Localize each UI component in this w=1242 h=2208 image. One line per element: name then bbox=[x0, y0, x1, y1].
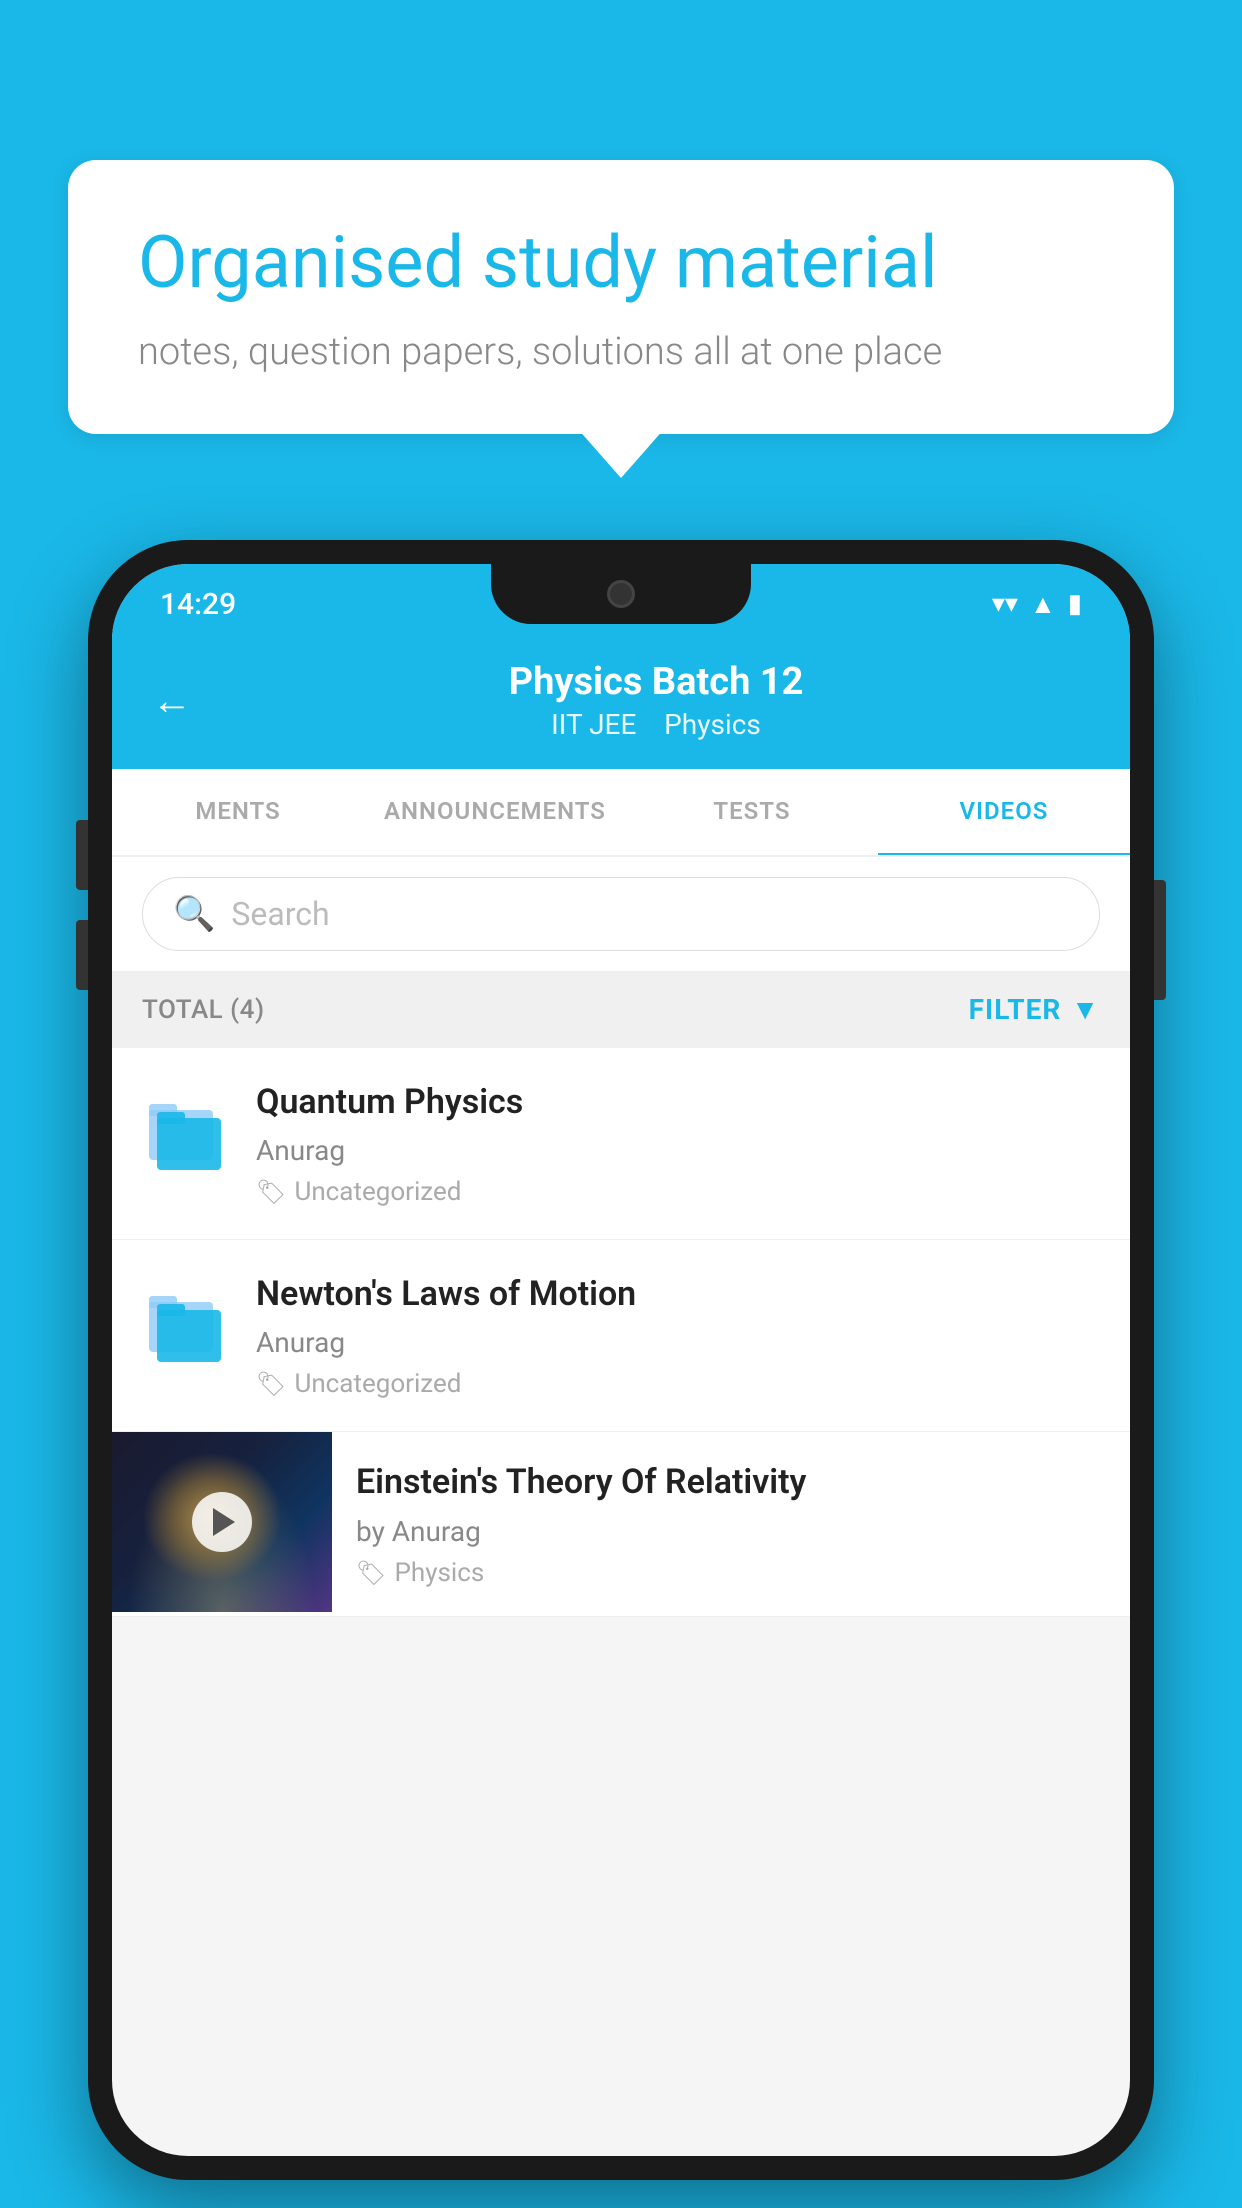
batch-category: IIT JEE bbox=[551, 708, 636, 741]
quantum-category: Uncategorized bbox=[294, 1177, 461, 1207]
einstein-category: Physics bbox=[394, 1558, 484, 1588]
tab-ments[interactable]: MENTS bbox=[112, 769, 364, 855]
folder-icon-newton bbox=[147, 1282, 227, 1372]
phone-screen: 14:29 ▾▾ ▲ ▮ ← Physics Batch 12 IIT JEE … bbox=[112, 564, 1130, 2156]
hero-subtitle: notes, question papers, solutions all at… bbox=[138, 330, 1104, 374]
newton-author: Anurag bbox=[256, 1326, 1100, 1359]
quantum-title: Quantum Physics bbox=[256, 1080, 1100, 1124]
tab-bar: MENTS ANNOUNCEMENTS TESTS VIDEOS bbox=[112, 769, 1130, 857]
newton-thumbnail bbox=[142, 1272, 232, 1382]
quantum-tag: 🏷 Uncategorized bbox=[256, 1177, 1100, 1207]
volume-up-button bbox=[76, 820, 88, 890]
newton-tag: 🏷 Uncategorized bbox=[256, 1369, 1100, 1399]
folder-icon bbox=[147, 1090, 227, 1180]
status-time: 14:29 bbox=[160, 587, 236, 622]
back-button[interactable]: ← bbox=[152, 677, 192, 724]
batch-subtitle: IIT JEE Physics bbox=[222, 708, 1090, 741]
batch-title: Physics Batch 12 bbox=[222, 660, 1090, 704]
tab-videos[interactable]: VIDEOS bbox=[878, 769, 1130, 857]
einstein-tag: 🏷 Physics bbox=[356, 1558, 1106, 1588]
filter-label: FILTER bbox=[969, 993, 1062, 1026]
tag-icon-newton: 🏷 bbox=[256, 1370, 286, 1398]
play-button[interactable] bbox=[192, 1492, 252, 1552]
hero-title: Organised study material bbox=[138, 220, 1104, 306]
signal-icon: ▲ bbox=[1030, 589, 1056, 620]
newton-category: Uncategorized bbox=[294, 1369, 461, 1399]
hero-section: Organised study material notes, question… bbox=[68, 160, 1174, 434]
search-input[interactable]: Search bbox=[231, 895, 329, 933]
search-container: 🔍 Search bbox=[112, 857, 1130, 971]
quantum-thumbnail bbox=[142, 1080, 232, 1190]
volume-down-button bbox=[76, 920, 88, 990]
power-button bbox=[1154, 880, 1166, 1000]
newton-title: Newton's Laws of Motion bbox=[256, 1272, 1100, 1316]
play-icon bbox=[213, 1508, 235, 1536]
search-icon: 🔍 bbox=[173, 894, 215, 934]
quantum-info: Quantum Physics Anurag 🏷 Uncategorized bbox=[256, 1080, 1100, 1207]
video-item-einstein[interactable]: Einstein's Theory Of Relativity by Anura… bbox=[112, 1432, 1130, 1616]
battery-icon: ▮ bbox=[1068, 589, 1082, 619]
batch-subject: Physics bbox=[664, 708, 761, 741]
video-list: Quantum Physics Anurag 🏷 Uncategorized bbox=[112, 1048, 1130, 1617]
einstein-thumbnail bbox=[112, 1432, 332, 1612]
wifi-icon: ▾▾ bbox=[992, 589, 1018, 619]
tag-icon-einstein: 🏷 bbox=[356, 1559, 386, 1587]
einstein-author: by Anurag bbox=[356, 1515, 1106, 1548]
phone-frame: 14:29 ▾▾ ▲ ▮ ← Physics Batch 12 IIT JEE … bbox=[88, 540, 1154, 2180]
app-header: ← Physics Batch 12 IIT JEE Physics bbox=[112, 636, 1130, 769]
phone-mockup: 14:29 ▾▾ ▲ ▮ ← Physics Batch 12 IIT JEE … bbox=[88, 540, 1154, 2180]
einstein-title: Einstein's Theory Of Relativity bbox=[356, 1460, 1106, 1504]
video-item-newton[interactable]: Newton's Laws of Motion Anurag 🏷 Uncateg… bbox=[112, 1240, 1130, 1432]
total-count: TOTAL (4) bbox=[142, 995, 265, 1025]
video-item-quantum[interactable]: Quantum Physics Anurag 🏷 Uncategorized bbox=[112, 1048, 1130, 1240]
search-bar[interactable]: 🔍 Search bbox=[142, 877, 1100, 951]
tag-icon: 🏷 bbox=[256, 1178, 286, 1206]
phone-notch bbox=[491, 564, 751, 624]
status-icons: ▾▾ ▲ ▮ bbox=[992, 589, 1082, 620]
einstein-info: Einstein's Theory Of Relativity by Anura… bbox=[332, 1432, 1130, 1615]
filter-bar: TOTAL (4) FILTER ▼ bbox=[112, 971, 1130, 1048]
speech-bubble: Organised study material notes, question… bbox=[68, 160, 1174, 434]
tab-tests[interactable]: TESTS bbox=[626, 769, 878, 855]
tab-announcements[interactable]: ANNOUNCEMENTS bbox=[364, 769, 626, 855]
newton-info: Newton's Laws of Motion Anurag 🏷 Uncateg… bbox=[256, 1272, 1100, 1399]
quantum-author: Anurag bbox=[256, 1134, 1100, 1167]
filter-icon: ▼ bbox=[1071, 993, 1100, 1026]
header-title-group: Physics Batch 12 IIT JEE Physics bbox=[222, 660, 1090, 741]
camera-icon bbox=[607, 580, 635, 608]
filter-button[interactable]: FILTER ▼ bbox=[969, 993, 1100, 1026]
